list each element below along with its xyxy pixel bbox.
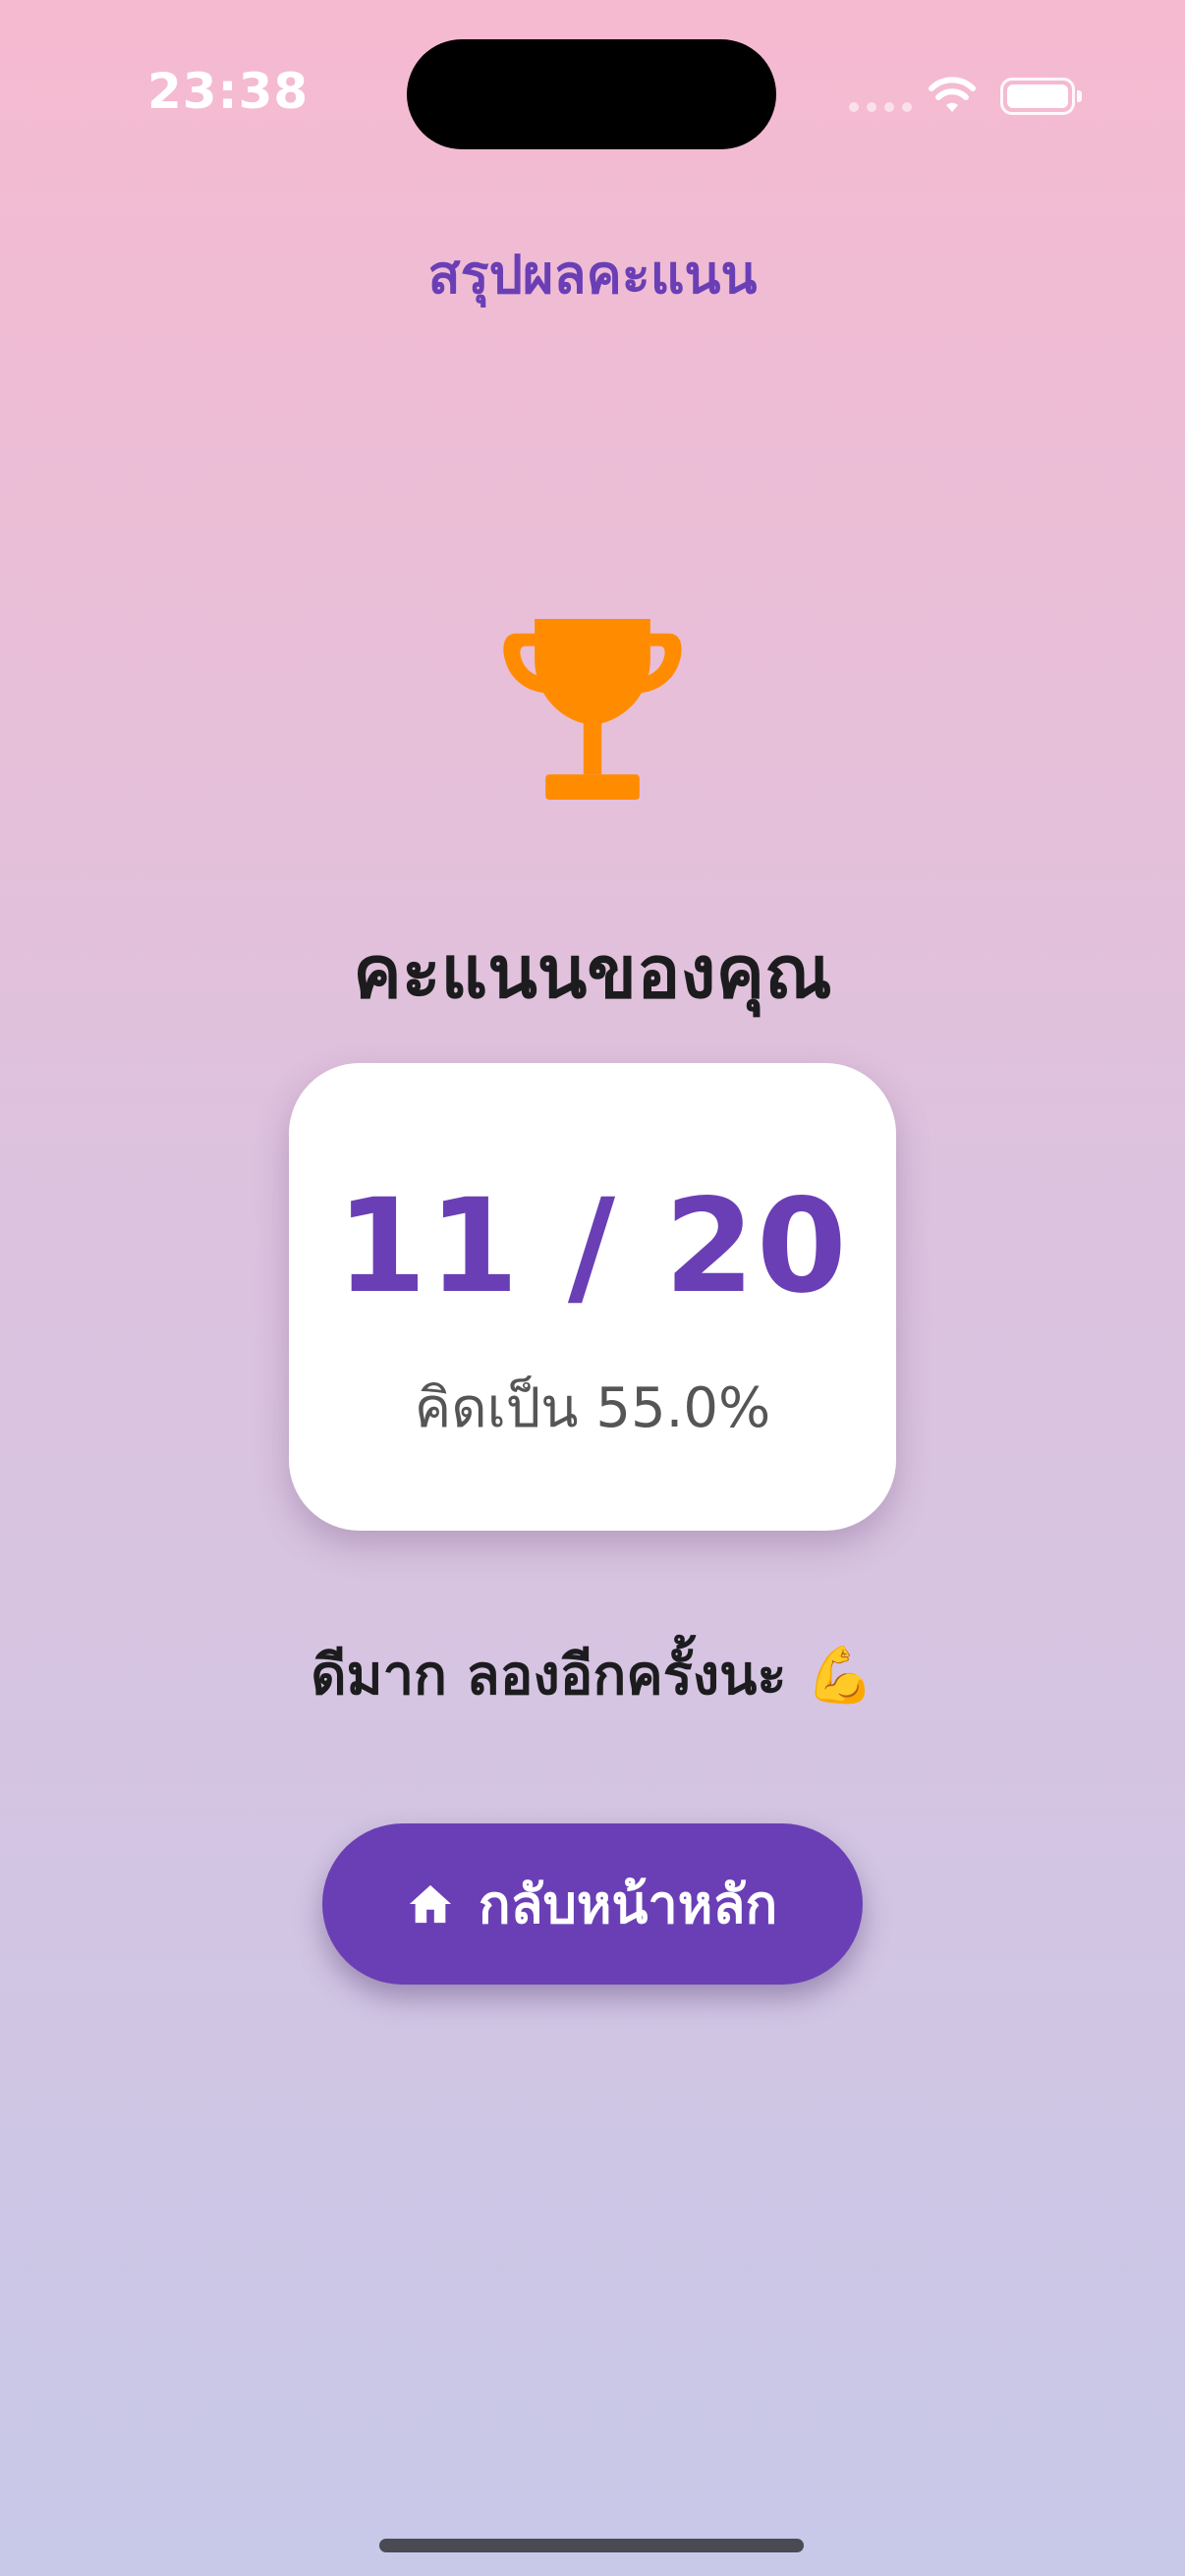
dynamic-island [407, 39, 776, 149]
home-button[interactable]: กลับหน้าหลัก [322, 1823, 863, 1985]
home-indicator[interactable] [379, 2539, 804, 2552]
score-percent: คิดเป็น 55.0% [414, 1376, 771, 1440]
score-heading: คะแนนของคุณ [353, 930, 832, 1015]
score-card: 11 / 20 คิดเป็น 55.0% [289, 1063, 896, 1531]
status-time: 23:38 [147, 63, 310, 120]
score-value: 11 / 20 [336, 1171, 849, 1322]
page-title: สรุปผลคะแนน [427, 244, 758, 306]
wifi-icon [929, 77, 976, 112]
battery-icon [1000, 78, 1082, 115]
trophy-icon [503, 619, 682, 800]
home-button-label: กลับหน้าหลัก [478, 1874, 778, 1935]
home-icon [409, 1884, 451, 1924]
feedback-message: ดีมาก ลองอีกครั้งนะ 💪 [310, 1644, 875, 1708]
cellular-signal-icon [849, 102, 912, 112]
